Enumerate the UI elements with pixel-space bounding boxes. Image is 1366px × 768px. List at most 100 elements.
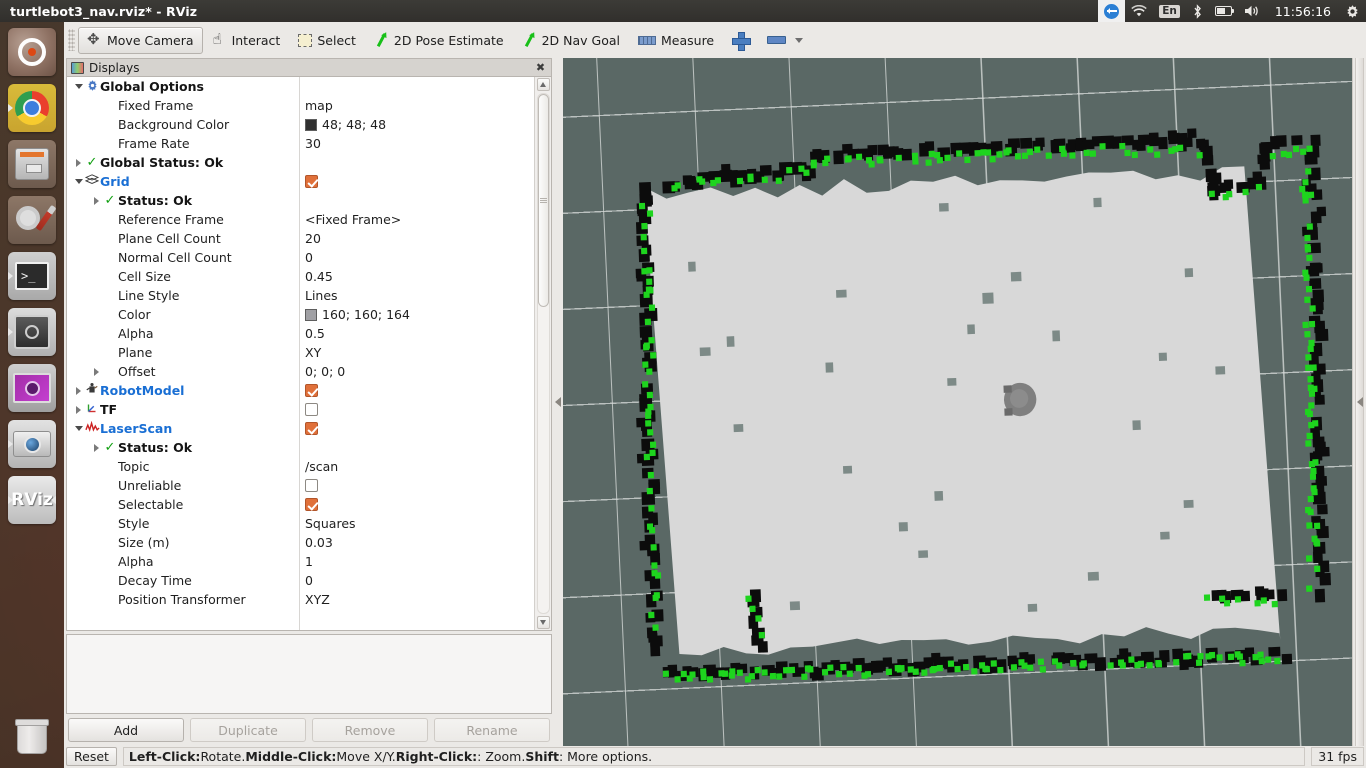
dock-splitter-left[interactable] bbox=[552, 58, 563, 746]
display-row-plane-cell-count[interactable]: Plane Cell Count 20 bbox=[67, 229, 534, 248]
tool-interact[interactable]: Interact bbox=[203, 27, 290, 54]
display-row-value-cell[interactable]: 0.45 bbox=[299, 269, 333, 284]
battery-icon[interactable] bbox=[1209, 0, 1238, 22]
display-row-status-ok[interactable]: ✓ Status: Ok bbox=[67, 438, 534, 457]
display-row-offset[interactable]: Offset 0; 0; 0 bbox=[67, 362, 534, 381]
chevron-down-icon[interactable] bbox=[73, 81, 84, 92]
display-row-frame-rate[interactable]: Frame Rate 30 bbox=[67, 134, 534, 153]
render-view-3d[interactable] bbox=[563, 58, 1352, 746]
display-row-value-cell[interactable]: 0 bbox=[299, 250, 313, 265]
display-row-value-cell[interactable]: 0.5 bbox=[299, 326, 325, 341]
wifi-icon[interactable] bbox=[1125, 0, 1153, 22]
display-enable-checkbox[interactable] bbox=[305, 384, 318, 397]
display-row-laserscan[interactable]: LaserScan bbox=[67, 419, 534, 438]
chevron-down-icon[interactable] bbox=[73, 176, 84, 187]
remove-button[interactable]: Remove bbox=[312, 718, 428, 742]
display-row-robotmodel[interactable]: RobotModel bbox=[67, 381, 534, 400]
scrollbar-thumb[interactable] bbox=[537, 94, 549, 307]
display-enable-checkbox[interactable] bbox=[305, 422, 318, 435]
chevron-right-icon[interactable] bbox=[91, 442, 102, 453]
collapse-right-icon[interactable] bbox=[1356, 397, 1363, 407]
display-row-grid[interactable]: Grid bbox=[67, 172, 534, 191]
gear-icon[interactable] bbox=[1339, 0, 1366, 22]
duplicate-button[interactable]: Duplicate bbox=[190, 718, 306, 742]
display-row-unreliable[interactable]: Unreliable bbox=[67, 476, 534, 495]
launcher-item-media-app[interactable] bbox=[8, 364, 56, 412]
display-row-value-cell[interactable]: XY bbox=[299, 345, 321, 360]
display-row-color[interactable]: Color 160; 160; 164 bbox=[67, 305, 534, 324]
add-button[interactable]: Add bbox=[68, 718, 184, 742]
bluetooth-icon[interactable] bbox=[1186, 0, 1209, 22]
launcher-item-trash[interactable] bbox=[8, 714, 56, 762]
launcher-item-google-chrome[interactable] bbox=[8, 84, 56, 132]
display-row-value-cell[interactable]: <Fixed Frame> bbox=[299, 212, 401, 227]
display-row-reference-frame[interactable]: Reference Frame <Fixed Frame> bbox=[67, 210, 534, 229]
clock[interactable]: 11:56:16 bbox=[1267, 0, 1339, 22]
display-row-topic[interactable]: Topic/scan bbox=[67, 457, 534, 476]
display-row-line-style[interactable]: Line Style Lines bbox=[67, 286, 534, 305]
display-row-position-transformer[interactable]: Position Transformer XYZ bbox=[67, 590, 534, 609]
display-row-value-cell[interactable]: XYZ bbox=[299, 592, 330, 607]
display-enable-checkbox[interactable] bbox=[305, 403, 318, 416]
color-swatch[interactable] bbox=[305, 118, 317, 131]
collapse-left-icon[interactable] bbox=[554, 397, 561, 407]
chevron-right-icon[interactable] bbox=[91, 366, 102, 377]
display-row-value-cell[interactable] bbox=[299, 384, 318, 397]
display-row-value-cell[interactable] bbox=[299, 479, 318, 492]
tool-2d-nav-goal[interactable]: 2D Nav Goal bbox=[513, 27, 629, 54]
display-enable-checkbox[interactable] bbox=[305, 479, 318, 492]
chevron-right-icon[interactable] bbox=[73, 385, 84, 396]
add-tool-button[interactable] bbox=[723, 27, 758, 54]
chevron-down-icon[interactable] bbox=[73, 423, 84, 434]
launcher-item-rviz[interactable]: RViz bbox=[8, 476, 56, 524]
dock-splitter-right[interactable] bbox=[1352, 58, 1366, 746]
display-row-selectable[interactable]: Selectable bbox=[67, 495, 534, 514]
launcher-item-camera-app[interactable] bbox=[8, 420, 56, 468]
display-enable-checkbox[interactable] bbox=[305, 498, 318, 511]
close-icon[interactable]: ✖ bbox=[534, 61, 547, 74]
display-row-background-color[interactable]: Background Color 48; 48; 48 bbox=[67, 115, 534, 134]
launcher-item-terminal[interactable]: >_ bbox=[8, 252, 56, 300]
chevron-right-icon[interactable] bbox=[73, 404, 84, 415]
launcher-item-gazebo[interactable] bbox=[8, 308, 56, 356]
display-row-plane[interactable]: Plane XY bbox=[67, 343, 534, 362]
display-row-value-cell[interactable]: 30 bbox=[299, 136, 321, 151]
rename-button[interactable]: Rename bbox=[434, 718, 550, 742]
display-enable-checkbox[interactable] bbox=[305, 175, 318, 188]
tool-2d-pose-estimate[interactable]: 2D Pose Estimate bbox=[365, 27, 513, 54]
display-row-value-cell[interactable]: Lines bbox=[299, 288, 338, 303]
display-row-value-cell[interactable]: 0; 0; 0 bbox=[299, 364, 345, 379]
keyboard-layout-indicator[interactable]: En bbox=[1153, 0, 1186, 22]
launcher-item-ubuntu-dash[interactable] bbox=[8, 28, 56, 76]
display-row-style[interactable]: Style Squares bbox=[67, 514, 534, 533]
teamviewer-icon[interactable] bbox=[1098, 0, 1126, 22]
display-row-fixed-frame[interactable]: Fixed Frame map bbox=[67, 96, 534, 115]
launcher-item-files[interactable] bbox=[8, 140, 56, 188]
display-row-normal-cell-count[interactable]: Normal Cell Count 0 bbox=[67, 248, 534, 267]
toolbar-grip[interactable] bbox=[68, 29, 75, 51]
display-row-value-cell[interactable]: 1 bbox=[299, 554, 313, 569]
reset-button[interactable]: Reset bbox=[66, 746, 117, 766]
scroll-down-button[interactable] bbox=[536, 616, 550, 629]
displays-scrollbar[interactable] bbox=[534, 77, 551, 630]
tool-move-camera[interactable]: Move Camera bbox=[78, 26, 203, 54]
display-row-value-cell[interactable]: 20 bbox=[299, 231, 321, 246]
remove-tool-button[interactable] bbox=[758, 27, 812, 54]
display-row-cell-size[interactable]: Cell Size 0.45 bbox=[67, 267, 534, 286]
display-row-value-cell[interactable]: Squares bbox=[299, 516, 356, 531]
displays-tree[interactable]: Global Options Fixed Frame map Background C… bbox=[67, 77, 534, 630]
display-row-tf[interactable]: TF bbox=[67, 400, 534, 419]
display-row-status-ok[interactable]: ✓ Status: Ok bbox=[67, 191, 534, 210]
color-swatch[interactable] bbox=[305, 308, 317, 321]
scroll-up-button[interactable] bbox=[536, 78, 550, 91]
display-row-value-cell[interactable] bbox=[299, 498, 318, 511]
display-row-value-cell[interactable]: 48; 48; 48 bbox=[299, 117, 386, 132]
volume-icon[interactable] bbox=[1238, 0, 1267, 22]
display-row-value-cell[interactable]: 0.03 bbox=[299, 535, 333, 550]
chevron-right-icon[interactable] bbox=[91, 195, 102, 206]
launcher-item-system-tools[interactable] bbox=[8, 196, 56, 244]
scrollbar-track[interactable] bbox=[536, 93, 550, 614]
display-row-value-cell[interactable] bbox=[299, 175, 318, 188]
display-row-alpha[interactable]: Alpha 1 bbox=[67, 552, 534, 571]
display-row-value-cell[interactable]: 0 bbox=[299, 573, 313, 588]
